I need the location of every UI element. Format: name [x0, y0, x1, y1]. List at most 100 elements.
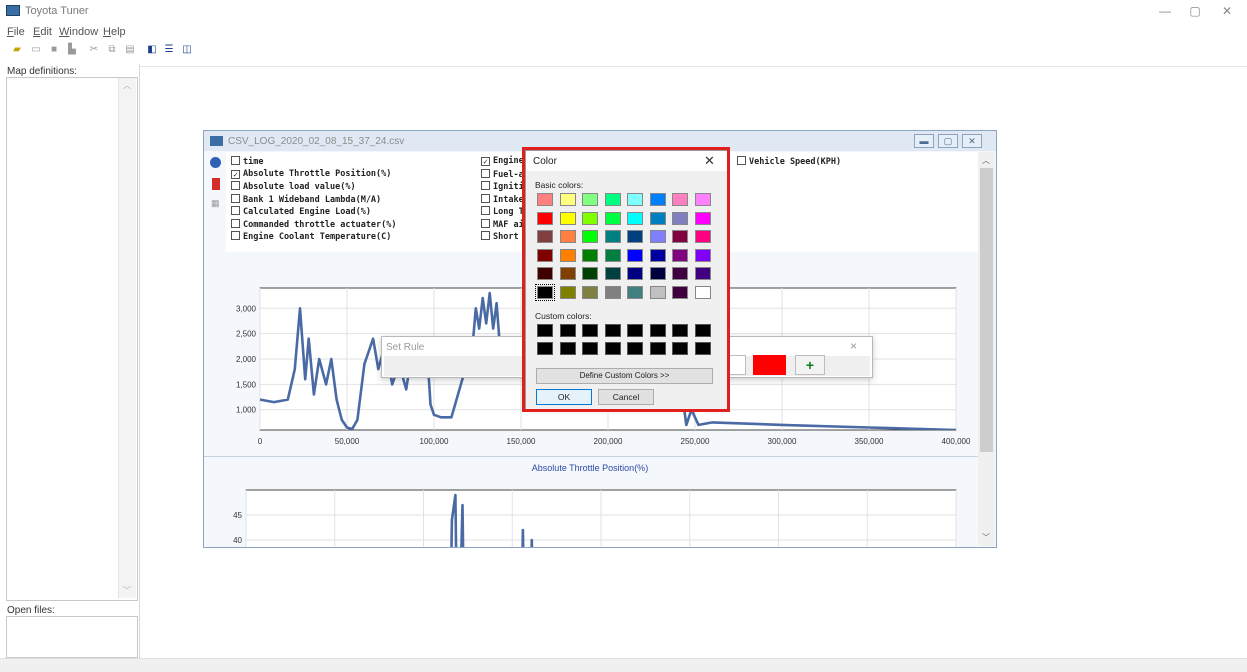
checkbox-icon[interactable] [231, 181, 240, 190]
cut-icon[interactable]: ✂ [88, 44, 100, 55]
grid-icon[interactable]: ▦ [211, 198, 221, 209]
checkbox-icon[interactable] [481, 206, 490, 215]
y-tick-label: 3,000 [236, 304, 257, 313]
settings-icon[interactable] [210, 157, 221, 168]
csv-maximize-button[interactable]: ▢ [938, 134, 958, 148]
channel-label: Long T [493, 207, 524, 217]
csv-minimize-button[interactable]: ▬ [914, 134, 934, 148]
channel-checkbox[interactable]: Calculated Engine Load(%) [231, 206, 371, 217]
channel-checkbox[interactable]: Long T [481, 206, 524, 217]
checkbox-icon[interactable] [481, 181, 490, 190]
channel-checkbox[interactable]: MAF ai [481, 218, 524, 230]
channel-checkbox[interactable]: Short [481, 231, 519, 242]
channel-label: Igniti [493, 182, 524, 192]
x-tick-label: 250,000 [681, 437, 710, 446]
chart-divider [204, 456, 978, 457]
checkbox-icon[interactable] [737, 156, 746, 165]
checkbox-checked-icon[interactable]: ✓ [481, 157, 490, 166]
close-button[interactable]: ✕ [1212, 3, 1242, 19]
map-definitions-label: Map definitions: [7, 66, 78, 77]
x-tick-label: 50,000 [335, 437, 360, 446]
y-tick-label: 1,000 [236, 406, 257, 415]
menu-file[interactable]: File [7, 26, 25, 38]
minimize-button[interactable]: — [1150, 3, 1180, 19]
scroll-up-icon[interactable]: ︿ [123, 80, 131, 91]
cascade-icon[interactable]: ◧ [146, 44, 158, 55]
open-files-label: Open files: [7, 605, 55, 616]
csv-window-title: CSV_LOG_2020_02_08_15_37_24.csv [228, 136, 405, 147]
y-tick-label: 2,500 [236, 330, 257, 339]
channel-checkbox[interactable]: Fuel-a [481, 168, 524, 180]
channel-label: Calculated Engine Load(%) [243, 207, 371, 217]
menu-edit[interactable]: Edit [33, 26, 52, 38]
channel-label: time [243, 157, 264, 167]
x-tick-label: 350,000 [855, 437, 884, 446]
x-tick-label: 400,000 [942, 437, 971, 446]
add-rule-button[interactable]: + [795, 355, 825, 375]
channel-checkbox[interactable]: Commanded throttle actuater(%) [231, 218, 397, 230]
checkbox-checked-icon[interactable]: ✓ [231, 169, 240, 179]
channel-label: Fuel-a [493, 169, 524, 180]
save-icon[interactable]: ▭ [30, 44, 42, 55]
maximize-button[interactable]: ▢ [1180, 3, 1210, 19]
checkbox-icon[interactable] [481, 193, 490, 203]
csv-close-button[interactable]: ✕ [962, 134, 982, 148]
channel-checkbox[interactable]: ✓ Engine [481, 156, 524, 166]
rule-color-swatch[interactable] [753, 355, 786, 375]
checkbox-icon[interactable] [481, 218, 490, 228]
checkbox-icon[interactable] [231, 218, 240, 228]
channel-checkbox[interactable]: Vehicle Speed(KPH) [737, 156, 841, 167]
paste-icon[interactable]: ▤ [124, 44, 136, 55]
map-scrollbar[interactable]: ︿ ﹀ [118, 78, 136, 598]
checkbox-icon[interactable] [481, 168, 490, 178]
channel-checkbox[interactable]: Absolute load value(%) [231, 181, 356, 192]
channel-label: Engine [493, 156, 524, 166]
channel-label: Bank 1 Wideband Lambda(M/A) [243, 194, 382, 205]
channel-checkbox[interactable]: Engine Coolant Temperature(C) [231, 231, 391, 242]
channel-label: Absolute load value(%) [243, 182, 356, 192]
props-icon[interactable]: ▙ [66, 44, 78, 55]
app-title: Toyota Tuner [25, 5, 89, 17]
checkbox-icon[interactable] [231, 156, 240, 165]
channel-checkbox[interactable]: ✓ Absolute Throttle Position(%) [231, 169, 391, 179]
highlight-box [522, 147, 730, 412]
app-title-bar [0, 0, 1247, 22]
checkbox-icon[interactable] [231, 231, 240, 240]
y-tick-label: 45 [233, 511, 242, 520]
channel-checkbox[interactable]: Bank 1 Wideband Lambda(M/A) [231, 193, 382, 205]
checkbox-icon[interactable] [231, 206, 240, 215]
splitter[interactable] [139, 64, 140, 660]
x-tick-label: 100,000 [420, 437, 449, 446]
print-icon[interactable]: ■ [48, 44, 60, 55]
x-tick-label: 0 [258, 437, 263, 446]
tile-vertical-icon[interactable]: ◫ [181, 44, 193, 55]
scroll-down-icon[interactable]: ﹀ [123, 585, 131, 596]
checkbox-icon[interactable] [231, 193, 240, 203]
channel-label: Short [493, 232, 519, 242]
channel-label: Engine Coolant Temperature(C) [243, 232, 392, 242]
app-icon [6, 5, 20, 16]
rule-icon[interactable] [212, 178, 220, 190]
menu-window[interactable]: Window [59, 26, 98, 38]
scroll-down-icon[interactable]: ﹀ [982, 532, 990, 543]
tile-horizontal-icon[interactable]: ☰ [163, 44, 175, 55]
throttle-chart: 40 45 [233, 489, 957, 547]
copy-icon[interactable]: ⧉ [106, 44, 118, 55]
open-files-panel[interactable] [6, 616, 138, 658]
csv-window-icon [210, 136, 223, 146]
open-icon[interactable]: ▰ [11, 44, 23, 55]
status-bar [0, 658, 1247, 672]
checkbox-icon[interactable] [481, 231, 490, 240]
y-tick-label: 2,000 [236, 355, 257, 364]
scroll-up-icon[interactable]: ︿ [982, 155, 990, 166]
channel-checkbox[interactable]: Igniti [481, 181, 524, 192]
x-tick-label: 200,000 [594, 437, 623, 446]
channel-checkbox[interactable]: time [231, 156, 263, 167]
csv-scroll-thumb[interactable] [980, 168, 993, 452]
set-rule-close-button[interactable]: × [850, 339, 857, 353]
x-tick-label: 300,000 [768, 437, 797, 446]
channel-label: MAF ai [493, 219, 524, 230]
channel-checkbox[interactable]: Intake [481, 193, 524, 205]
menu-help[interactable]: Help [103, 26, 126, 38]
channel-label: Commanded throttle actuater(%) [243, 219, 397, 230]
